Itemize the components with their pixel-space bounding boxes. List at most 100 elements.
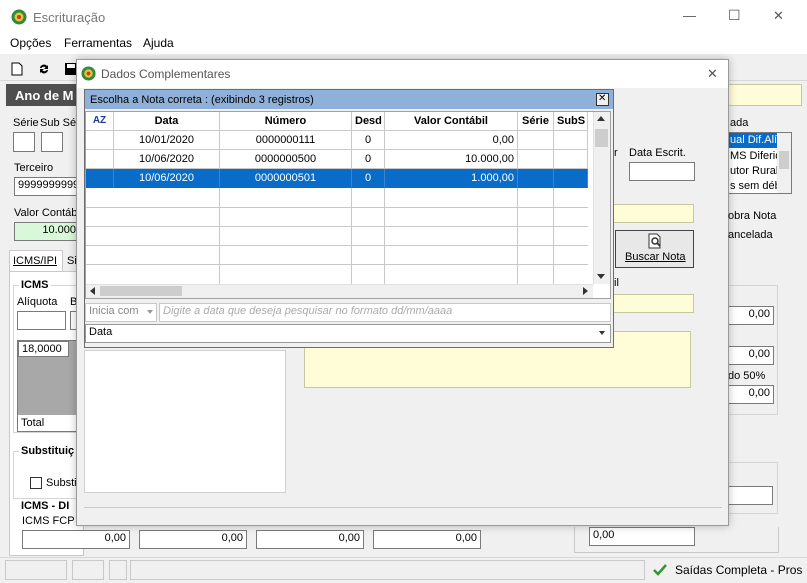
dialog-left-panel xyxy=(84,350,286,493)
right-value-1[interactable]: 0,00 xyxy=(728,306,774,325)
close-button[interactable]: ✕ xyxy=(773,8,784,24)
table-row[interactable]: 10/01/2020 0000000111 0 0,00 xyxy=(86,131,588,150)
bottom-value-4[interactable]: 0,00 xyxy=(373,530,481,549)
operation-list-item-1[interactable]: ual Dif.Alíq xyxy=(730,134,783,146)
notes-grid[interactable]: AZ Data Número Desd Valor Contábil Série… xyxy=(85,111,611,299)
cell-valor: 0,00 xyxy=(385,131,518,150)
serie-input[interactable] xyxy=(13,132,35,152)
status-text: Saídas Completa - Pros xyxy=(675,563,803,577)
status-panel-3 xyxy=(109,560,127,580)
terceiro-input[interactable]: 9999999999 xyxy=(14,177,80,196)
cancelada-label: ancelada xyxy=(728,229,773,241)
substituicao-group-title: Substituiç xyxy=(19,445,77,457)
cell-serie xyxy=(518,131,554,150)
column-header-serie[interactable]: Série xyxy=(518,112,554,131)
status-panel-4 xyxy=(130,560,645,580)
minimize-button[interactable]: — xyxy=(683,8,696,23)
field-select[interactable]: Data xyxy=(85,324,611,343)
dobra-nota-label: obra Nota xyxy=(728,210,777,222)
aliquota-grid-cell[interactable]: 18,0000 xyxy=(18,341,69,357)
sort-az-icon[interactable]: AZ xyxy=(86,112,114,131)
table-row[interactable]: 10/06/2020 0000000500 0 10.000,00 xyxy=(86,150,588,169)
total-label: Total xyxy=(21,417,45,429)
substituicao-group xyxy=(13,451,83,499)
do50-label: do 50% xyxy=(728,370,766,382)
cell-numero: 0000000501 xyxy=(220,169,352,188)
cell-subs xyxy=(554,131,588,150)
sub-serie-input[interactable] xyxy=(41,132,63,152)
bottom-value-1[interactable]: 0,00 xyxy=(22,530,130,549)
field-select-chevron-icon xyxy=(599,331,605,335)
filter-mode-value: Inicia com xyxy=(89,305,139,317)
operation-list-item-3[interactable]: utor Rural xyxy=(730,165,778,177)
substit-checkbox[interactable] xyxy=(30,477,42,489)
column-header-subs[interactable]: SubS xyxy=(554,112,588,131)
dialog-title: Dados Complementares xyxy=(101,67,231,81)
right-bottom-value[interactable]: 0,00 xyxy=(589,527,695,546)
il-label: il xyxy=(614,277,619,289)
column-header-desd[interactable]: Desd xyxy=(352,112,385,131)
operation-list-item-4[interactable]: s sem débi xyxy=(730,180,783,192)
grid-header: AZ Data Número Desd Valor Contábil Série… xyxy=(86,112,606,131)
scroll-down-arrow[interactable] xyxy=(597,274,605,279)
icms-di-group-title: ICMS - DI xyxy=(19,500,72,512)
cell-valor: 10.000,00 xyxy=(385,150,518,169)
column-header-valor-contabil[interactable]: Valor Contábil xyxy=(385,112,518,131)
dialog-yellow-field-2[interactable] xyxy=(612,294,694,313)
maximize-button[interactable]: ☐ xyxy=(728,7,741,24)
cell-desd: 0 xyxy=(352,131,385,150)
buscar-nota-label: Buscar Nota xyxy=(625,251,686,263)
cell-numero: 0000000111 xyxy=(220,131,352,150)
right-value-3[interactable]: 0,00 xyxy=(728,385,774,404)
cell-data: 10/06/2020 xyxy=(114,150,220,169)
table-row-selected[interactable]: 10/06/2020 0000000501 0 1.000,00 xyxy=(86,169,588,188)
cell-valor: 1.000,00 xyxy=(385,169,518,188)
right-header-label: ada xyxy=(730,117,749,129)
magnifier-document-icon xyxy=(648,233,661,249)
cell-desd: 0 xyxy=(352,169,385,188)
menu-opcoes[interactable]: Opções xyxy=(10,36,51,50)
app-logo-icon xyxy=(11,9,27,25)
icms-group-title: ICMS xyxy=(19,279,51,291)
data-escrit-input[interactable] xyxy=(629,162,695,181)
cell-subs xyxy=(554,169,588,188)
serie-label: Série xyxy=(13,117,39,129)
search-input[interactable]: Digite a data que deseja pesquisar no fo… xyxy=(159,303,611,322)
column-header-data[interactable]: Data xyxy=(114,112,220,131)
scroll-up-arrow[interactable] xyxy=(597,116,605,121)
aliquota-input[interactable] xyxy=(17,311,66,330)
bottom-value-2[interactable]: 0,00 xyxy=(139,530,247,549)
menu-ajuda[interactable]: Ajuda xyxy=(143,36,174,50)
operation-list-thumb[interactable] xyxy=(779,151,789,169)
cell-serie xyxy=(518,150,554,169)
search-placeholder: Digite a data que deseja pesquisar no fo… xyxy=(163,305,453,317)
ano-label: Ano de M xyxy=(15,88,74,103)
r-label: r xyxy=(614,147,618,159)
dialog-yellow-field[interactable] xyxy=(612,204,694,223)
grid-vertical-thumb[interactable] xyxy=(595,129,608,147)
right-lower-input[interactable] xyxy=(728,486,773,505)
popup-close-icon: ✕ xyxy=(598,93,607,104)
header-yellow-field xyxy=(727,84,802,106)
cell-serie xyxy=(518,169,554,188)
dialog-close-button[interactable]: ✕ xyxy=(707,66,718,82)
cell-subs xyxy=(554,150,588,169)
data-escrit-label: Data Escrit. xyxy=(629,147,686,159)
column-header-numero[interactable]: Número xyxy=(220,112,352,131)
cell-numero: 0000000500 xyxy=(220,150,352,169)
right-value-2[interactable]: 0,00 xyxy=(728,346,774,365)
menu-ferramentas[interactable]: Ferramentas xyxy=(64,36,132,50)
scroll-right-arrow[interactable] xyxy=(583,287,588,295)
status-panel-2 xyxy=(72,560,104,580)
valor-contabil-input[interactable]: 10.000 xyxy=(14,222,80,241)
bottom-value-3[interactable]: 0,00 xyxy=(256,530,364,549)
terceiro-label: Terceiro xyxy=(14,162,54,174)
scroll-left-arrow[interactable] xyxy=(90,287,95,295)
aliquota-label: Alíquota xyxy=(17,296,58,308)
new-document-icon[interactable] xyxy=(10,62,24,76)
refresh-icon[interactable] xyxy=(37,62,51,76)
cell-data: 10/06/2020 xyxy=(114,169,220,188)
cell-desd: 0 xyxy=(352,150,385,169)
cell-data: 10/01/2020 xyxy=(114,131,220,150)
grid-horizontal-thumb[interactable] xyxy=(100,286,182,296)
